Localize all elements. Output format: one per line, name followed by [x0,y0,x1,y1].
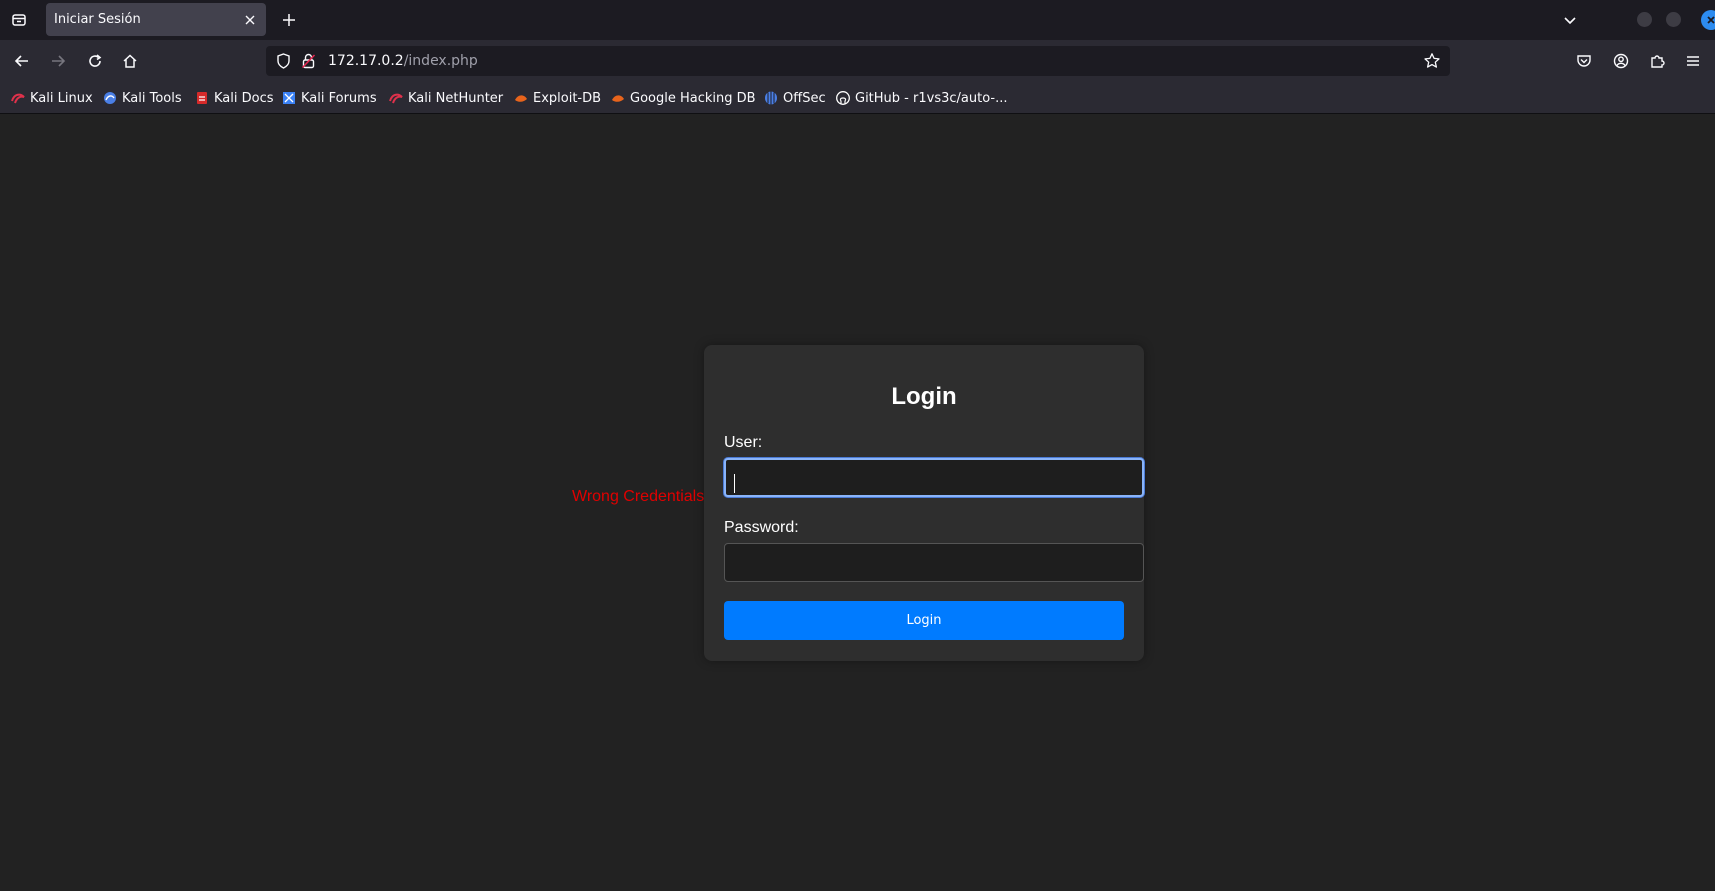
home-icon[interactable] [114,45,146,77]
exploit-db-icon [514,91,528,105]
text-caret [734,474,735,493]
nethunter-icon [389,91,403,105]
kali-icon [11,91,25,105]
bookmark-star-icon[interactable] [1423,52,1441,74]
menu-icon[interactable] [1677,45,1709,77]
reload-icon[interactable] [79,45,111,77]
insecure-lock-icon[interactable] [301,53,316,73]
new-tab-icon[interactable] [273,4,305,36]
kali-forums-icon [282,91,296,105]
tab-list-icon[interactable] [3,4,35,36]
url-host: 172.17.0.2 [328,53,404,69]
url-bar[interactable]: 172.17.0.2/index.php [266,46,1450,76]
offsec-icon [764,91,778,105]
bookmark-label: GitHub - r1vs3c/auto-... [855,90,1008,106]
minimize-window-icon[interactable] [1637,12,1652,27]
bookmark-label: Kali NetHunter [408,90,504,106]
pocket-icon[interactable] [1568,45,1600,77]
chevron-down-icon[interactable] [1554,4,1586,36]
bookmark-offsec[interactable]: OffSec [764,88,826,108]
tab-title: Iniciar Sesión [54,12,141,27]
shield-icon[interactable] [276,53,291,73]
kali-docs-icon [195,91,209,105]
bookmark-label: Kali Tools [122,90,182,106]
bookmark-label: Kali Docs [214,90,274,106]
bookmarks-toolbar: Kali Linux Kali Tools Kali Docs Kali For… [0,82,1715,114]
bookmark-kali-linux[interactable]: Kali Linux [11,88,93,108]
login-button[interactable]: Login [724,601,1124,640]
bookmark-label: Kali Linux [30,90,93,106]
tab-active[interactable]: Iniciar Sesión [46,3,266,36]
bookmark-label: Exploit-DB [533,90,602,106]
kali-tools-icon [103,91,117,105]
github-icon [836,91,850,105]
navigation-bar: 172.17.0.2/index.php [0,40,1715,82]
login-title: Login [891,383,957,410]
forward-arrow-icon[interactable] [42,45,74,77]
bookmark-kali-docs[interactable]: Kali Docs [195,88,274,108]
bookmark-kali-forums[interactable]: Kali Forums [282,88,377,108]
user-label: User: [724,434,763,451]
user-input[interactable] [724,458,1144,497]
url-text[interactable]: 172.17.0.2/index.php [328,53,478,69]
account-icon[interactable] [1605,45,1637,77]
bookmark-kali-nethunter[interactable]: Kali NetHunter [389,88,503,108]
page-content: Wrong Credentials Login User: Password: … [0,114,1715,891]
url-path: /index.php [403,53,478,69]
bookmark-label: OffSec [783,90,826,106]
bookmark-label: Kali Forums [301,90,377,106]
bookmark-github[interactable]: GitHub - r1vs3c/auto-... [836,88,1007,108]
close-window-icon[interactable] [1701,10,1715,30]
password-input[interactable] [724,543,1144,582]
bookmark-label: Google Hacking DB [630,90,756,106]
bookmark-google-hacking-db[interactable]: Google Hacking DB [611,88,756,108]
extensions-icon[interactable] [1641,45,1673,77]
password-label: Password: [724,519,799,536]
back-arrow-icon[interactable] [6,45,38,77]
login-card: Login User: Password: Login [704,345,1144,661]
close-tab-icon[interactable] [238,8,262,32]
bookmark-kali-tools[interactable]: Kali Tools [103,88,182,108]
error-message: Wrong Credentials [572,488,705,505]
tab-strip: Iniciar Sesión [0,0,1715,40]
bookmark-exploit-db[interactable]: Exploit-DB [514,88,601,108]
ghdb-icon [611,91,625,105]
maximize-window-icon[interactable] [1666,12,1681,27]
